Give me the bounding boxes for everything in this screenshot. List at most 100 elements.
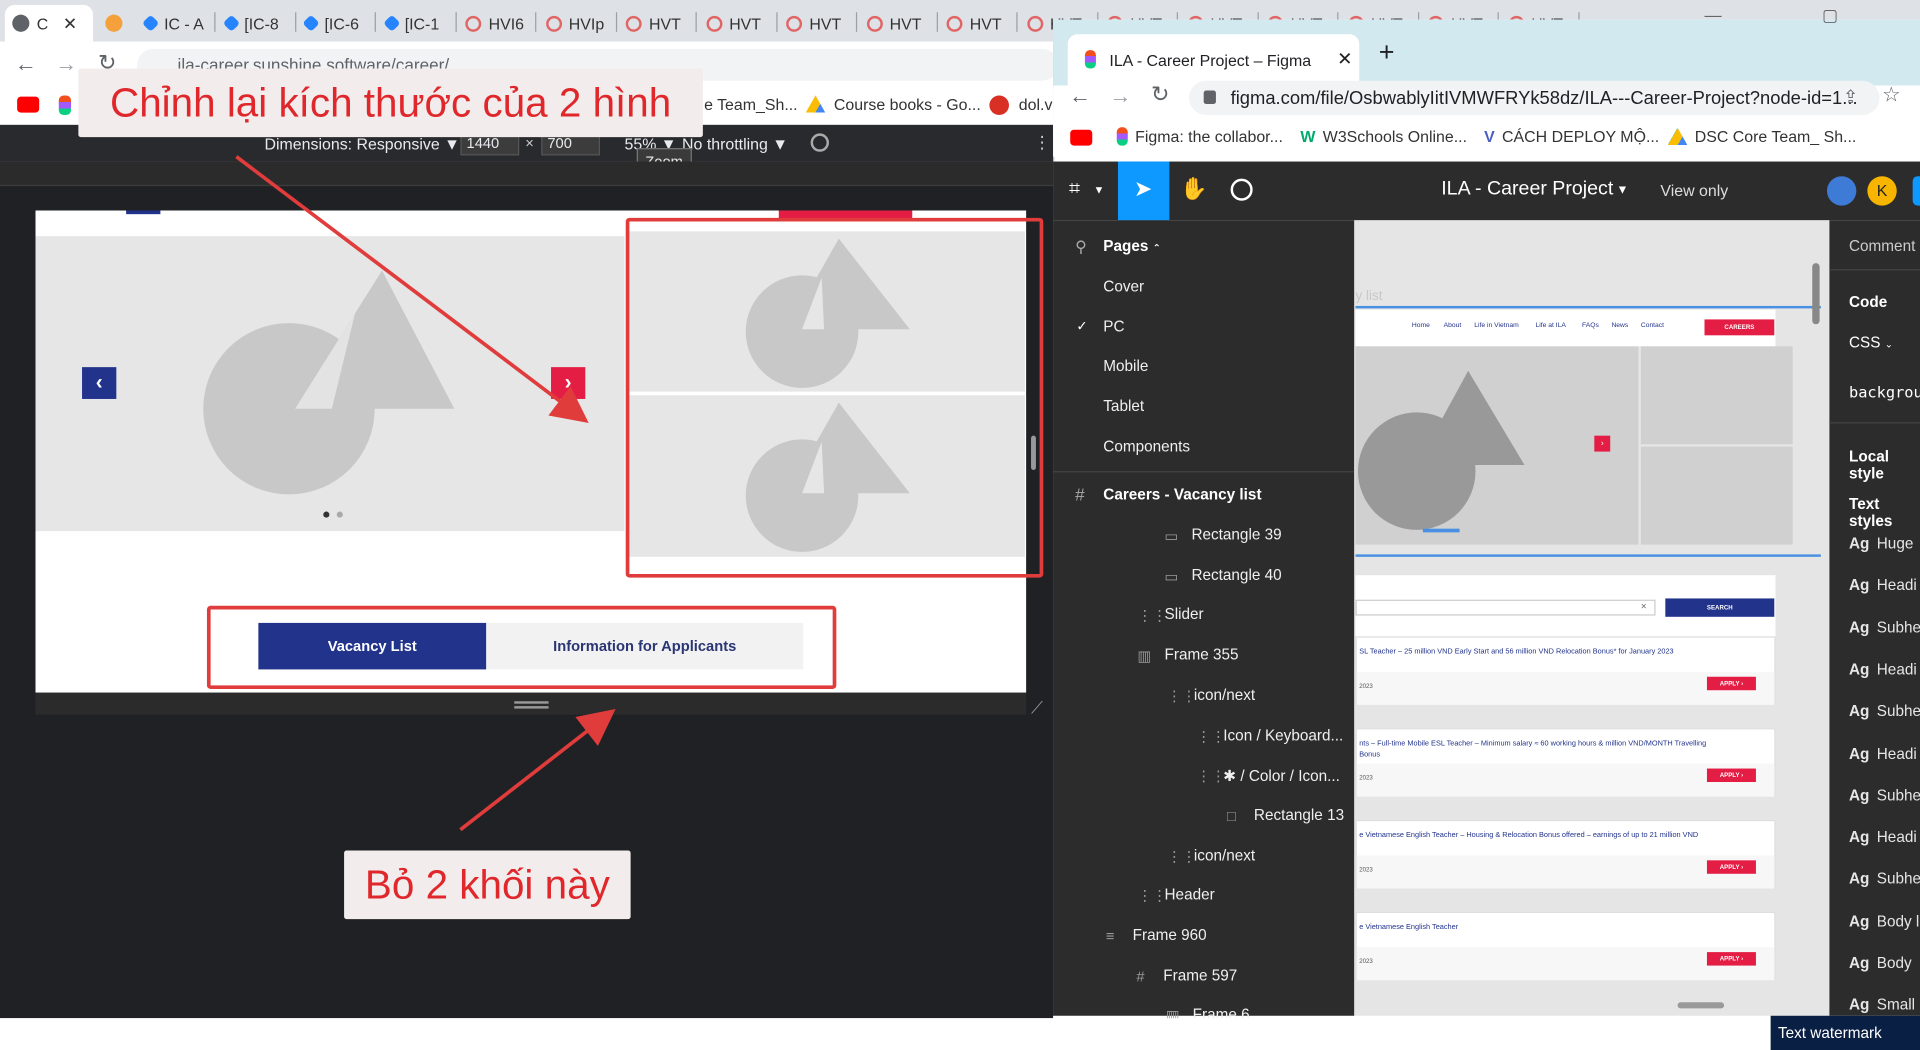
canvas-search-button: SEARCH (1665, 598, 1775, 617)
search-icon[interactable]: ⚲ (1075, 237, 1087, 257)
lock-icon (1203, 90, 1216, 105)
avatar[interactable]: K (1867, 176, 1897, 206)
share-button[interactable] (1912, 176, 1920, 206)
layer-icon: ⋮⋮ (1137, 887, 1167, 905)
text-style-icon: Ag (1848, 870, 1870, 888)
job-date: 2023 (1359, 682, 1373, 691)
layer-item[interactable]: Frame 355 (1164, 646, 1238, 663)
frame-name[interactable]: Careers - Vacancy list (1103, 486, 1261, 503)
job-apply-button: APPLY › (1706, 768, 1756, 783)
code-line: backgroun (1848, 383, 1920, 402)
chevron-up-icon: ⌃ (1152, 242, 1161, 254)
text-style-item[interactable]: Ag Headi (1849, 661, 1917, 678)
layer-icon: ⋮⋮ (1137, 607, 1167, 625)
text-style-item[interactable]: Ag Subhe (1849, 619, 1920, 636)
layer-icon: ▥ (1137, 647, 1152, 665)
text-style-item[interactable]: Ag Headi (1849, 745, 1917, 762)
page-item[interactable]: PC (1103, 318, 1124, 335)
bookmark-item[interactable]: DSC Core Team_ Sh... (1667, 127, 1856, 146)
comment-icon[interactable] (1230, 178, 1253, 201)
cursor-icon: ➤ (1133, 176, 1153, 201)
layer-item[interactable]: Slider (1164, 606, 1203, 623)
layer-icon: ⋮⋮ (1166, 847, 1197, 865)
canvas-side-image-top (1640, 346, 1793, 445)
star-icon[interactable]: ☆ (1882, 83, 1901, 107)
layer-item[interactable]: Icon / Keyboard... (1223, 726, 1343, 743)
close-icon[interactable]: ✕ (1337, 48, 1352, 70)
taskbar-strip (0, 1018, 1920, 1050)
comment-tab[interactable]: Comment (1849, 237, 1915, 254)
layer-icon: ▭ (1164, 527, 1179, 545)
selection-line (1355, 554, 1821, 557)
job-date: 2023 (1359, 958, 1373, 966)
chevron-down-icon[interactable]: ▼ (1616, 184, 1628, 197)
layer-item[interactable]: icon/next (1194, 846, 1255, 863)
frame-icon: # (1075, 484, 1085, 505)
tab-figma[interactable]: ILA - Career Project – Figma ✕ (1067, 34, 1360, 86)
job-title: SL Teacher – 25 million VND Early Start … (1359, 648, 1674, 656)
layer-item[interactable]: ✱ / Color / Icon... (1223, 766, 1340, 785)
canvas-job-card: SL Teacher – 25 million VND Early Start … (1355, 636, 1776, 705)
text-style-label: Small (1876, 996, 1916, 1014)
bookmark-item[interactable]: V CÁCH DEPLOY MỘ... (1484, 127, 1659, 145)
bookmark-label: CÁCH DEPLOY MỘ... (1502, 127, 1660, 146)
watermark-text: Text watermark (1777, 1024, 1882, 1042)
bookmark-item[interactable]: Figma: the collabor... (1116, 127, 1283, 146)
canvas-hscrollbar[interactable] (1677, 1002, 1725, 1009)
maximize-icon[interactable]: ▢ (1822, 5, 1838, 26)
text-style-item[interactable]: Ag Huge (1849, 535, 1913, 552)
text-style-item[interactable]: Ag Subhe (1849, 787, 1920, 804)
minimize-icon[interactable]: — (1705, 5, 1722, 25)
hand-icon[interactable]: ✋ (1180, 176, 1207, 202)
annotation-bottom: Bỏ 2 khối này (344, 850, 631, 920)
css-label: CSS (1848, 334, 1881, 352)
layer-item[interactable]: Rectangle 13 (1254, 806, 1344, 823)
layer-item[interactable]: Rectangle 39 (1191, 526, 1281, 543)
reload-icon[interactable]: ↻ (1151, 82, 1169, 108)
layer-item[interactable]: Rectangle 40 (1191, 566, 1281, 583)
back-icon[interactable]: ← (1069, 83, 1091, 109)
canvas-scrollbar[interactable] (1812, 263, 1820, 325)
figma-menu-icon[interactable]: ⌗ (1069, 179, 1080, 201)
text-style-label: Headi (1876, 576, 1917, 594)
layer-item[interactable]: Header (1164, 886, 1214, 903)
layer-item[interactable]: Frame 597 (1163, 966, 1237, 983)
google-drive-icon (1667, 127, 1688, 146)
page-item[interactable]: Mobile (1103, 358, 1148, 375)
bookmark-item[interactable]: W W3Schools Online... (1300, 127, 1467, 145)
project-title[interactable]: ILA - Career Project (1441, 179, 1613, 201)
text-style-icon: Ag (1848, 618, 1870, 636)
text-style-item[interactable]: Ag Small (1849, 997, 1915, 1014)
text-style-item[interactable]: Ag Subhe (1849, 871, 1920, 888)
layer-item[interactable]: Frame 960 (1133, 926, 1207, 943)
text-style-item[interactable]: Ag Headi (1849, 829, 1917, 846)
share-icon[interactable]: ⇪ (1843, 86, 1858, 108)
text-style-item[interactable]: Ag Subhe (1849, 703, 1920, 720)
canvas-nav-item: Life at ILA (1535, 321, 1566, 330)
local-styles-heading: Local style (1848, 447, 1889, 483)
youtube-icon[interactable] (1070, 129, 1093, 146)
page-item[interactable]: Tablet (1103, 398, 1144, 415)
new-tab-button[interactable]: + (1379, 37, 1395, 69)
forward-icon[interactable]: → (1109, 83, 1131, 109)
page-item[interactable]: Components (1103, 438, 1190, 455)
text-style-label: Headi (1876, 744, 1917, 762)
canvas-nav-item: About (1443, 321, 1462, 330)
job-apply-button: APPLY › (1706, 676, 1756, 691)
figma-icon (1116, 127, 1128, 146)
bookmark-label: W3Schools Online... (1322, 127, 1468, 146)
avatar[interactable] (1826, 176, 1857, 206)
pages-header[interactable]: Pages ⌃ (1103, 237, 1161, 254)
text-style-item[interactable]: Ag Headi (1849, 577, 1917, 594)
text-style-item[interactable]: Ag Body (1849, 955, 1912, 972)
text-style-label: Subhe (1876, 618, 1920, 636)
text-style-item[interactable]: Ag Body l (1849, 913, 1919, 930)
layer-icon: ⋮⋮ (1196, 767, 1226, 785)
page-item[interactable]: Cover (1103, 278, 1144, 295)
text-style-icon: Ag (1848, 786, 1870, 804)
layer-item[interactable]: icon/next (1194, 686, 1255, 703)
text-style-label: Subhe (1876, 702, 1920, 720)
css-select[interactable]: CSS ⌄ (1849, 334, 1893, 351)
code-heading: Code (1848, 293, 1888, 311)
right-address-bar[interactable]: figma.com/file/OsbwablyIitIVMWFRYk58dz/I… (1188, 80, 1880, 116)
